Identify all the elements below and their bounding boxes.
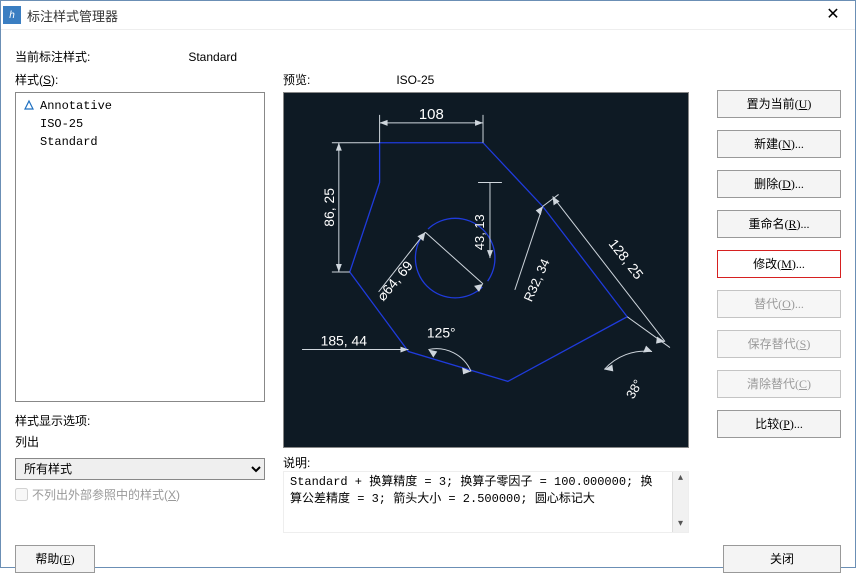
dim-125: 125° [427,325,456,341]
current-style-label: 当前标注样式: [15,48,185,65]
preview-drawing: 108 86, 25 43, 13 [284,93,688,447]
list-out-label: 列出 [15,433,265,450]
xref-checkbox[interactable] [15,488,28,501]
preview-style-name: ISO-25 [396,73,434,87]
list-item-label: ISO-25 [40,117,83,131]
preview-label: 预览: [283,71,393,88]
save-override-button: 保存替代(S) [717,330,841,358]
list-item-label: Standard [40,135,98,149]
clear-override-button: 清除替代(C) [717,370,841,398]
xref-checkbox-row: 不列出外部参照中的样式(X) [15,486,265,503]
content-area: 当前标注样式: Standard 样式(S): Annotative ISO-2… [1,30,855,583]
new-button[interactable]: 新建(N)... [717,130,841,158]
desc-scrollbar[interactable]: ▴▾ [672,472,688,532]
annotative-icon [22,99,36,113]
styles-label: 样式(S): [15,71,265,88]
modify-button[interactable]: 修改(M)... [717,250,841,278]
dim-r32: R32, 34 [521,256,553,303]
delete-button[interactable]: 删除(D)... [717,170,841,198]
dim-86: 86, 25 [321,188,337,227]
description-label: 说明: [283,454,703,471]
app-icon: h [3,6,21,24]
close-button[interactable]: 关闭 [723,545,841,573]
current-style-value: Standard [188,50,237,64]
description-text: Standard + 换算精度 = 3; 换算子零因子 = 100.000000… [290,474,682,508]
list-item[interactable]: ISO-25 [18,115,262,133]
dim-38: 38° [623,377,646,401]
list-item-label: Annotative [40,99,112,113]
compare-button[interactable]: 比较(P)... [717,410,841,438]
style-list[interactable]: Annotative ISO-25 Standard [15,92,265,402]
bottom-row: 帮助(E) 关闭 [15,545,841,573]
dim-d64: ⌀64, 69 [373,257,416,304]
list-item[interactable]: Standard [18,133,262,151]
override-button: 替代(O)... [717,290,841,318]
list-item[interactable]: Annotative [18,97,262,115]
current-style-row: 当前标注样式: Standard [15,48,841,65]
rename-button[interactable]: 重命名(R)... [717,210,841,238]
display-options: 样式显示选项: 列出 所有样式 不列出外部参照中的样式(X) [15,412,265,503]
style-filter-select[interactable]: 所有样式 [15,458,265,480]
right-button-column: 置为当前(U) 新建(N)... 删除(D)... 重命名(R)... 修改(M… [717,90,841,438]
dim-185: 185, 44 [321,333,368,349]
description-box: Standard + 换算精度 = 3; 换算子零因子 = 100.000000… [283,471,689,533]
window-title: 标注样式管理器 [27,6,813,25]
dialog-window: h 标注样式管理器 ✕ 当前标注样式: Standard 样式(S): Anno… [0,0,856,568]
xref-checkbox-label: 不列出外部参照中的样式(X) [32,486,180,503]
dim-43: 43, 13 [472,214,487,250]
main-row: 样式(S): Annotative ISO-25 Standard [15,71,841,533]
dim-128: 128, 25 [606,236,647,283]
scroll-down-icon[interactable]: ▾ [678,518,683,532]
preview-header: 预览: ISO-25 [283,71,703,88]
left-column: 样式(S): Annotative ISO-25 Standard [15,71,265,503]
set-current-button[interactable]: 置为当前(U) [717,90,841,118]
preview-pane: 108 86, 25 43, 13 [283,92,689,448]
dim-108: 108 [419,107,444,123]
help-button[interactable]: 帮助(E) [15,545,95,573]
display-options-label: 样式显示选项: [15,412,265,429]
title-bar: h 标注样式管理器 ✕ [1,1,855,30]
close-icon[interactable]: ✕ [813,1,853,29]
scroll-up-icon[interactable]: ▴ [678,472,683,486]
middle-column: 预览: ISO-25 108 [283,71,703,533]
